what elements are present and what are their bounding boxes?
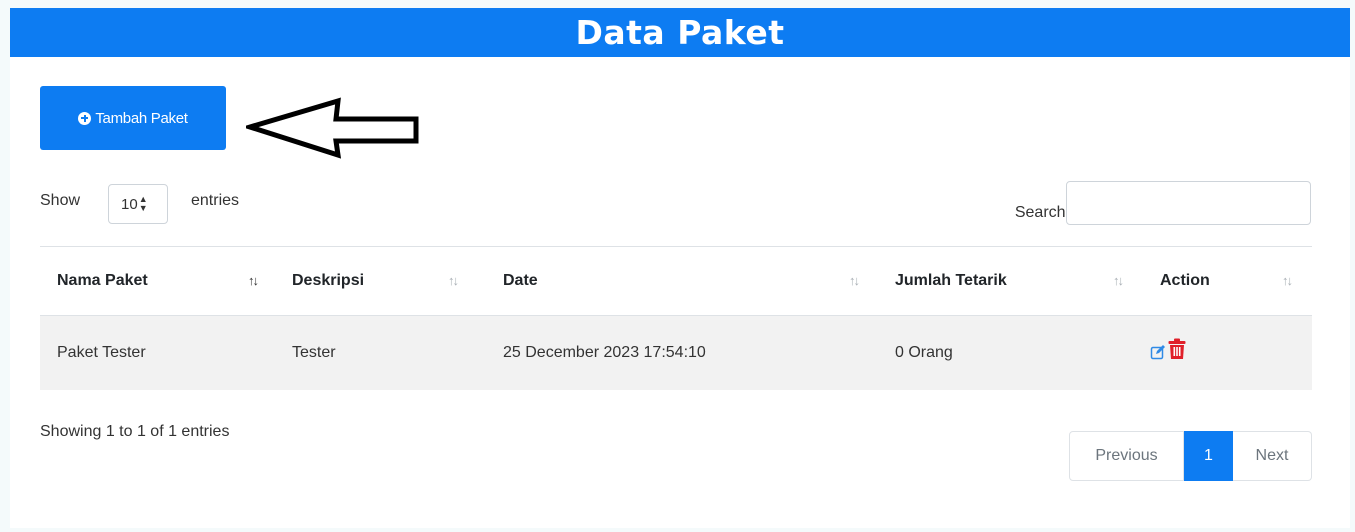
cell-date: 25 December 2023 17:54:10: [503, 344, 706, 361]
sort-icon[interactable]: ↑↓: [849, 247, 860, 315]
entries-label: entries: [191, 192, 240, 209]
left-arrow-annotation-icon: [246, 97, 419, 159]
column-header-deskripsi[interactable]: Deskripsi: [292, 247, 364, 315]
sort-icon[interactable]: ↑↓: [448, 247, 459, 315]
add-paket-button[interactable]: Tambah Paket: [40, 86, 226, 150]
entries-length-select[interactable]: 10 ▲ ▼: [108, 184, 168, 224]
show-label: Show: [40, 192, 81, 209]
page-1-button[interactable]: 1: [1184, 431, 1233, 481]
pagination: Previous 1 Next: [1069, 431, 1312, 481]
trash-icon[interactable]: [1168, 338, 1186, 360]
column-header-nama-paket[interactable]: Nama Paket: [57, 247, 148, 315]
search-input[interactable]: [1066, 181, 1311, 225]
data-table: Nama Paket ↑↓ Deskripsi ↑↓ Date ↑↓ Jumla…: [40, 246, 1312, 390]
column-header-action[interactable]: Action: [1160, 247, 1210, 315]
table-header: Nama Paket ↑↓ Deskripsi ↑↓ Date ↑↓ Jumla…: [40, 247, 1312, 316]
cell-jumlah: 0 Orang: [895, 344, 953, 361]
cell-nama-paket: Paket Tester: [57, 344, 146, 361]
edit-icon[interactable]: [1150, 344, 1166, 360]
table-info: Showing 1 to 1 of 1 entries: [40, 423, 230, 440]
next-button[interactable]: Next: [1233, 431, 1312, 481]
search-label: Search:: [1014, 204, 1070, 221]
sort-icon[interactable]: ↑↓: [248, 247, 259, 315]
column-header-date[interactable]: Date: [503, 247, 538, 315]
add-paket-label: Tambah Paket: [95, 109, 188, 127]
sort-icon[interactable]: ↑↓: [1113, 247, 1124, 315]
plus-circle-icon: [78, 111, 92, 125]
column-header-jumlah-tetarik[interactable]: Jumlah Tetarik: [895, 247, 1007, 315]
previous-button[interactable]: Previous: [1069, 431, 1184, 481]
entries-length-value: 10: [121, 195, 138, 213]
cell-deskripsi: Tester: [292, 344, 336, 361]
sort-icon[interactable]: ↑↓: [1282, 247, 1293, 315]
select-arrows-icon: ▲ ▼: [138, 194, 148, 213]
page-title: Data Paket: [10, 8, 1350, 57]
table-row: Paket Tester Tester 25 December 2023 17:…: [40, 316, 1312, 390]
